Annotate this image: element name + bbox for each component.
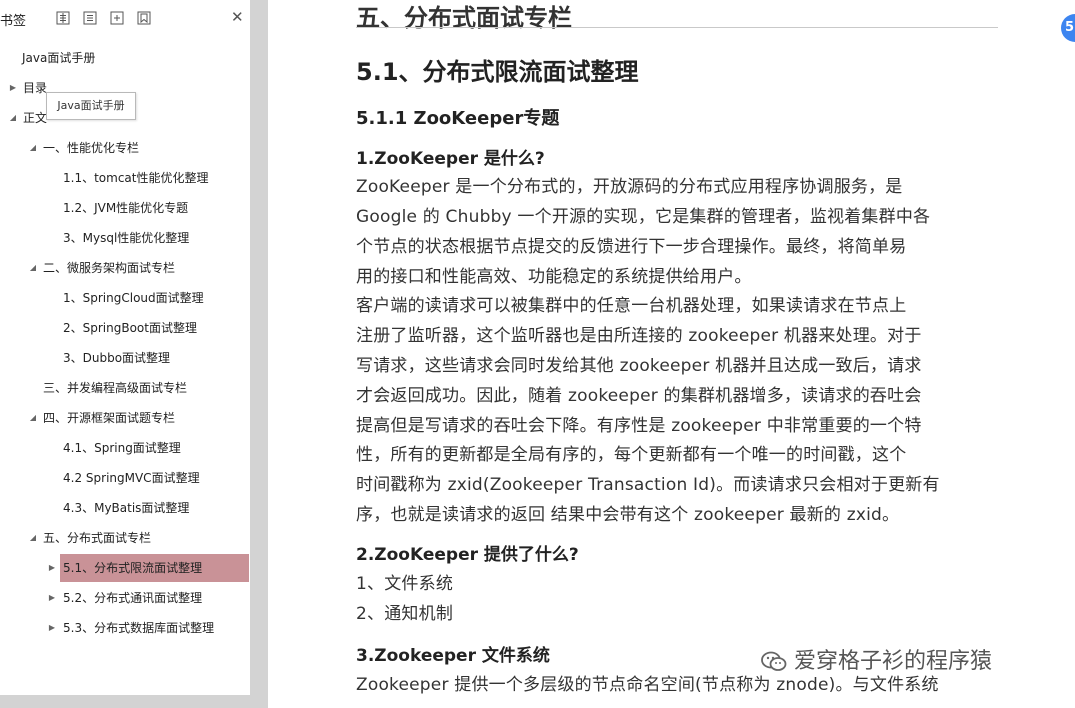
panel-title: 书签 <box>0 14 27 29</box>
bookmark-options-icon[interactable] <box>137 11 151 25</box>
bookmark-item[interactable]: 1.1、tomcat性能优化整理 <box>63 164 208 192</box>
bookmark-item[interactable]: 4.1、Spring面试整理 <box>63 434 181 462</box>
section-heading: 5.1、分布式限流面试整理 <box>356 58 639 86</box>
paragraph-line: 提高但是写请求的吞吐会下降。有序性是 zookeeper 中非常重要的一个特 <box>356 416 922 436</box>
bookmark-label: 四、开源框架面试题专栏 <box>43 411 176 425</box>
bookmark-panel: 书签 ✕ Java面试手册 ▶ 目录 ◢ 正文 ◢ 一、性能优化专栏 1.1、t… <box>0 0 250 695</box>
paragraph-line: ZooKeeper 是一个分布式的，开放源码的分布式应用程序协调服务，是 <box>356 177 903 197</box>
bookmark-chapter-4[interactable]: ◢ 四、开源框架面试题专栏 <box>28 404 175 432</box>
expand-all-icon[interactable] <box>56 11 70 25</box>
bookmark-label: 三、并发编程高级面试专栏 <box>43 381 188 395</box>
bookmark-item[interactable]: 3、Dubbo面试整理 <box>63 344 170 372</box>
add-bookmark-icon[interactable] <box>110 11 124 25</box>
bookmark-item-5-3[interactable]: ▶ 5.3、分布式数据库面试整理 <box>47 614 214 642</box>
bookmark-label: 目录 <box>23 81 48 95</box>
expand-arrow-icon[interactable]: ▶ <box>47 554 57 582</box>
bookmark-label: 4.1、Spring面试整理 <box>63 441 181 455</box>
bookmark-item[interactable]: 4.2 SpringMVC面试整理 <box>63 464 200 492</box>
paragraph-line: 性，所有的更新都是全局有序的，每个更新都有一个唯一的时间戳，这个 <box>356 445 907 465</box>
question-2-heading: 2.ZooKeeper 提供了什么? <box>356 545 579 565</box>
list-item: 1、文件系统 <box>356 574 454 594</box>
watermark-text: 爱穿格子衫的程序猿 <box>794 649 993 674</box>
bookmark-item-5-1[interactable]: 5.1、分布式限流面试整理 <box>60 554 249 582</box>
bookmark-tooltip: Java面试手册 <box>46 92 136 120</box>
paragraph-line: 序，也就是读请求的返回 结果中会带有这个 zookeeper 最新的 zxid。 <box>356 505 900 525</box>
bookmark-label: 1.1、tomcat性能优化整理 <box>63 171 209 185</box>
bookmark-label: 二、微服务架构面试专栏 <box>43 261 176 275</box>
expand-arrow-icon[interactable]: ▶ <box>8 74 18 102</box>
bookmark-toc[interactable]: ▶ 目录 <box>8 74 47 102</box>
bookmark-item[interactable]: 3、Mysql性能优化整理 <box>63 224 189 252</box>
chapter-heading: 五、分布式面试专栏 <box>356 4 572 32</box>
bookmark-body[interactable]: ◢ 正文 <box>8 104 47 132</box>
subsection-heading: 5.1.1 ZooKeeper专题 <box>356 108 560 129</box>
bookmark-panel-header: 书签 ✕ <box>0 0 250 34</box>
expand-arrow-icon[interactable]: ▶ <box>47 614 57 642</box>
paragraph-line: 才会返回成功。因此，随着 zookeeper 的集群机器增多，读请求的吞吐会 <box>356 386 922 406</box>
bookmark-label: 4.3、MyBatis面试整理 <box>63 501 190 515</box>
bookmark-label: 1.2、JVM性能优化专题 <box>63 201 189 215</box>
bookmark-label: 5.2、分布式通讯面试整理 <box>63 591 203 605</box>
bookmark-label: Java面试手册 <box>22 51 96 65</box>
question-3-heading: 3.Zookeeper 文件系统 <box>356 646 550 666</box>
bookmark-label: 3、Dubbo面试整理 <box>63 351 171 365</box>
collapse-arrow-icon[interactable]: ◢ <box>28 524 38 552</box>
bookmark-chapter-5[interactable]: ◢ 五、分布式面试专栏 <box>28 524 151 552</box>
bookmark-label: 2、SpringBoot面试整理 <box>63 321 197 335</box>
bookmark-label: 五、分布式面试专栏 <box>43 531 152 545</box>
bookmark-label: 1、SpringCloud面试整理 <box>63 291 204 305</box>
bookmark-item[interactable]: 1、SpringCloud面试整理 <box>63 284 204 312</box>
bookmark-chapter-3[interactable]: 三、并发编程高级面试专栏 <box>43 374 187 402</box>
collapse-arrow-icon[interactable]: ◢ <box>28 254 38 282</box>
paragraph-line: 时间戳称为 zxid(Zookeeper Transaction Id)。而读请… <box>356 475 940 495</box>
bookmark-item[interactable]: 1.2、JVM性能优化专题 <box>63 194 188 222</box>
paragraph-line: Google 的 Chubby 一个开源的实现，它是集群的管理者，监视着集群中各 <box>356 207 931 227</box>
bookmark-chapter-1[interactable]: ◢ 一、性能优化专栏 <box>28 134 139 162</box>
list-item: 2、通知机制 <box>356 604 454 624</box>
collapse-arrow-icon[interactable]: ◢ <box>28 134 38 162</box>
bookmark-label: 一、性能优化专栏 <box>43 141 140 155</box>
expand-arrow-icon[interactable]: ▶ <box>47 584 57 612</box>
collapse-arrow-icon[interactable]: ◢ <box>28 404 38 432</box>
paragraph-line: 写请求，这些请求会同时发给其他 zookeeper 机器并且达成一致后，请求 <box>356 356 922 376</box>
bookmark-root[interactable]: Java面试手册 <box>22 44 95 72</box>
paragraph-line: 用的接口和性能高效、功能稳定的系统提供给用户。 <box>356 267 752 287</box>
close-panel-icon[interactable]: ✕ <box>231 9 244 25</box>
bookmark-item-5-2[interactable]: ▶ 5.2、分布式通讯面试整理 <box>47 584 202 612</box>
paragraph-line: 客户端的读请求可以被集群中的任意一台机器处理，如果读请求在节点上 <box>356 296 907 316</box>
bookmark-label: 3、Mysql性能优化整理 <box>63 231 190 245</box>
bookmark-label: 5.1、分布式限流面试整理 <box>63 561 203 575</box>
collapse-all-icon[interactable] <box>83 11 97 25</box>
document-page: 五、分布式面试专栏 5.1、分布式限流面试整理 5.1.1 ZooKeeper专… <box>268 0 1075 708</box>
bookmark-label: 正文 <box>23 111 48 125</box>
bookmark-label: 5.3、分布式数据库面试整理 <box>63 621 215 635</box>
heading-divider <box>356 27 998 28</box>
bookmark-item[interactable]: 2、SpringBoot面试整理 <box>63 314 197 342</box>
bookmark-label: 4.2 SpringMVC面试整理 <box>63 471 200 485</box>
wechat-icon <box>761 651 787 671</box>
collapse-arrow-icon[interactable]: ◢ <box>8 104 18 132</box>
bookmark-item[interactable]: 4.3、MyBatis面试整理 <box>63 494 189 522</box>
paragraph-line: 个节点的状态根据节点提交的反馈进行下一步合理操作。最终，将简单易 <box>356 237 907 257</box>
watermark: 爱穿格子衫的程序猿 <box>760 645 992 679</box>
question-1-heading: 1.ZooKeeper 是什么? <box>356 149 545 169</box>
bookmark-chapter-2[interactable]: ◢ 二、微服务架构面试专栏 <box>28 254 175 282</box>
paragraph-line: 注册了监听器，这个监听器也是由所连接的 zookeeper 机器来处理。对于 <box>356 326 922 346</box>
panel-splitter[interactable] <box>250 0 268 708</box>
